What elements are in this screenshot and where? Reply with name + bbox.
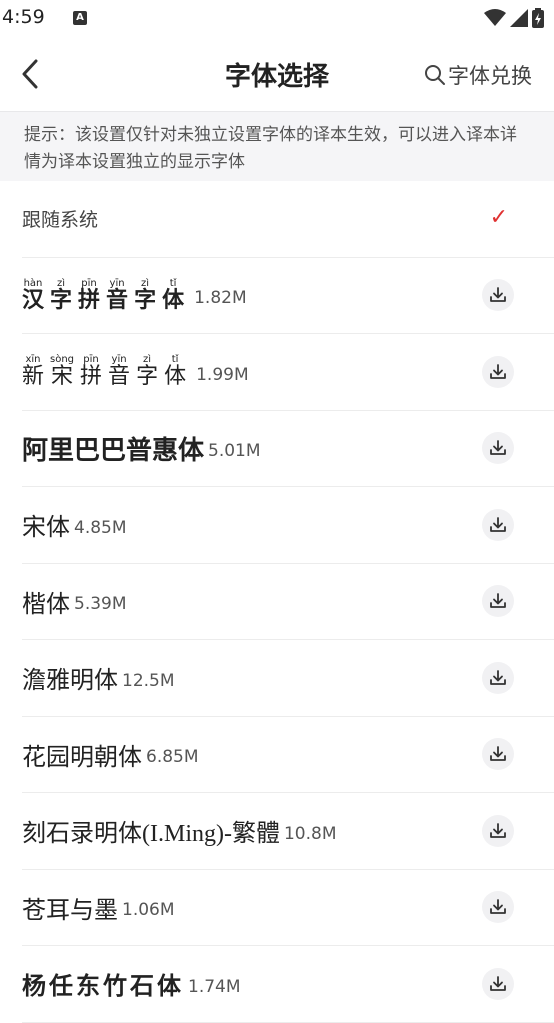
font-name: 花园明朝体 — [22, 744, 142, 771]
pinyin-char: pīn 拼 — [80, 354, 102, 389]
signal-icon — [510, 9, 528, 27]
font-name: xīn 新 sòng 宋 pīn 拼 yīn 音 zì 字 tǐ 体 — [22, 354, 192, 389]
font-name: hàn 汉 zì 字 pīn 拼 yīn 音 zì 字 tǐ 体 — [22, 278, 190, 313]
pinyin-char: yīn 音 — [106, 278, 128, 313]
list-item[interactable]: xīn 新 sòng 宋 pīn 拼 yīn 音 zì 字 tǐ 体 1.99M — [22, 334, 554, 411]
download-icon — [490, 363, 506, 379]
font-exchange-label: 字体兑换 — [448, 64, 532, 88]
font-name: 苍耳与墨 — [22, 895, 118, 924]
font-name: 宋体 — [22, 513, 70, 542]
notification-a-icon: A — [73, 11, 87, 25]
list-item-follow-system[interactable]: 跟随系统 ✓ — [22, 181, 554, 258]
list-item[interactable]: 楷体 5.39M — [22, 564, 554, 640]
status-time: 4:59 — [2, 6, 45, 28]
download-button[interactable] — [482, 891, 514, 924]
list-item[interactable]: hàn 汉 zì 字 pīn 拼 yīn 音 zì 字 tǐ 体 1.82M — [22, 258, 554, 334]
pinyin-char: pīn 拼 — [78, 278, 100, 313]
pinyin-hanzi: 宋 — [51, 364, 74, 390]
wifi-icon — [484, 9, 506, 26]
download-button[interactable] — [482, 661, 514, 694]
font-name: 刻石录明体(I.Ming)-繁體 — [22, 821, 280, 848]
download-button[interactable] — [482, 814, 514, 847]
font-exchange-button[interactable]: 字体兑换 — [424, 60, 532, 90]
battery-icon — [532, 8, 544, 28]
font-size: 1.74M — [188, 976, 241, 997]
pinyin-char: tǐ 体 — [162, 278, 184, 313]
font-size: 1.99M — [196, 364, 249, 385]
font-name: 澹雅明体 — [22, 666, 118, 695]
status-icons — [484, 8, 544, 28]
pinyin-hanzi: 汉 — [22, 287, 45, 313]
pinyin-hanzi: 拼 — [78, 287, 101, 313]
pinyin-hanzi: 拼 — [80, 364, 103, 390]
list-item[interactable]: 刻石录明体(I.Ming)-繁體 10.8M — [22, 793, 554, 870]
font-name: 杨任东竹石体 — [22, 972, 184, 1001]
download-icon — [490, 822, 506, 838]
font-size: 10.8M — [283, 823, 337, 844]
list-item[interactable]: 澹雅明体 12.5M — [22, 640, 554, 717]
download-icon — [490, 287, 506, 303]
list-item[interactable]: 宋体 4.85M — [22, 487, 554, 564]
download-button[interactable] — [482, 432, 514, 465]
font-name: 楷体 — [22, 591, 70, 618]
font-size: 4.85M — [74, 517, 127, 538]
pinyin-hanzi: 字 — [134, 287, 157, 313]
pinyin-hanzi: 体 — [164, 364, 187, 390]
pinyin-hanzi: 音 — [108, 364, 131, 390]
font-list: 跟随系统 ✓ hàn 汉 zì 字 pīn 拼 yīn 音 zì 字 tǐ 体 1.82M … — [0, 181, 554, 1023]
download-button[interactable] — [482, 967, 514, 1000]
check-icon: ✓ — [489, 204, 508, 230]
pinyin-char: zì 字 — [50, 278, 72, 313]
download-button[interactable] — [482, 355, 514, 388]
font-name: 跟随系统 — [22, 209, 99, 232]
pinyin-hanzi: 体 — [162, 287, 185, 313]
pinyin-char: xīn 新 — [22, 354, 44, 389]
font-size: 1.82M — [194, 288, 247, 309]
search-icon — [425, 65, 445, 85]
download-button[interactable] — [482, 738, 514, 771]
pinyin-char: yīn 音 — [108, 354, 130, 389]
download-icon — [490, 440, 506, 456]
pinyin-hanzi: 音 — [106, 287, 129, 313]
list-item[interactable]: 花园明朝体 6.85M — [22, 717, 554, 793]
font-size: 1.06M — [122, 900, 175, 921]
list-item[interactable]: 阿里巴巴普惠体 5.01M — [22, 411, 554, 487]
download-button[interactable] — [482, 508, 514, 541]
pinyin-char: zì 字 — [136, 354, 158, 389]
list-item[interactable]: 苍耳与墨 1.06M — [22, 870, 554, 946]
download-icon — [490, 899, 506, 915]
download-button[interactable] — [482, 585, 514, 618]
pinyin-char: zì 字 — [134, 278, 156, 313]
pinyin-char: hàn 汉 — [22, 278, 44, 313]
pinyin-hanzi: 新 — [22, 364, 45, 390]
pinyin-hanzi: 字 — [136, 364, 159, 390]
app-bar: 字体选择 字体兑换 — [0, 36, 554, 110]
font-size: 5.01M — [208, 441, 261, 462]
download-icon — [490, 669, 506, 685]
hint-text: 提示：该设置仅针对未独立设置字体的译本生效，可以进入译本详情为译本设置独立的显示… — [0, 111, 554, 181]
font-size: 12.5M — [122, 670, 175, 691]
font-size: 6.85M — [146, 747, 199, 768]
status-bar: 4:59 A — [0, 0, 554, 36]
font-name: 阿里巴巴普惠体 — [22, 435, 205, 466]
list-item[interactable]: 杨任东竹石体 1.74M — [22, 946, 554, 1023]
download-icon — [490, 516, 506, 532]
font-size: 5.39M — [74, 594, 127, 615]
download-icon — [490, 746, 506, 762]
pinyin-char: tǐ 体 — [164, 354, 186, 389]
pinyin-hanzi: 字 — [50, 287, 73, 313]
pinyin-char: sòng 宋 — [50, 354, 74, 389]
download-icon — [490, 975, 506, 991]
download-button[interactable] — [482, 279, 514, 312]
download-icon — [490, 593, 506, 609]
